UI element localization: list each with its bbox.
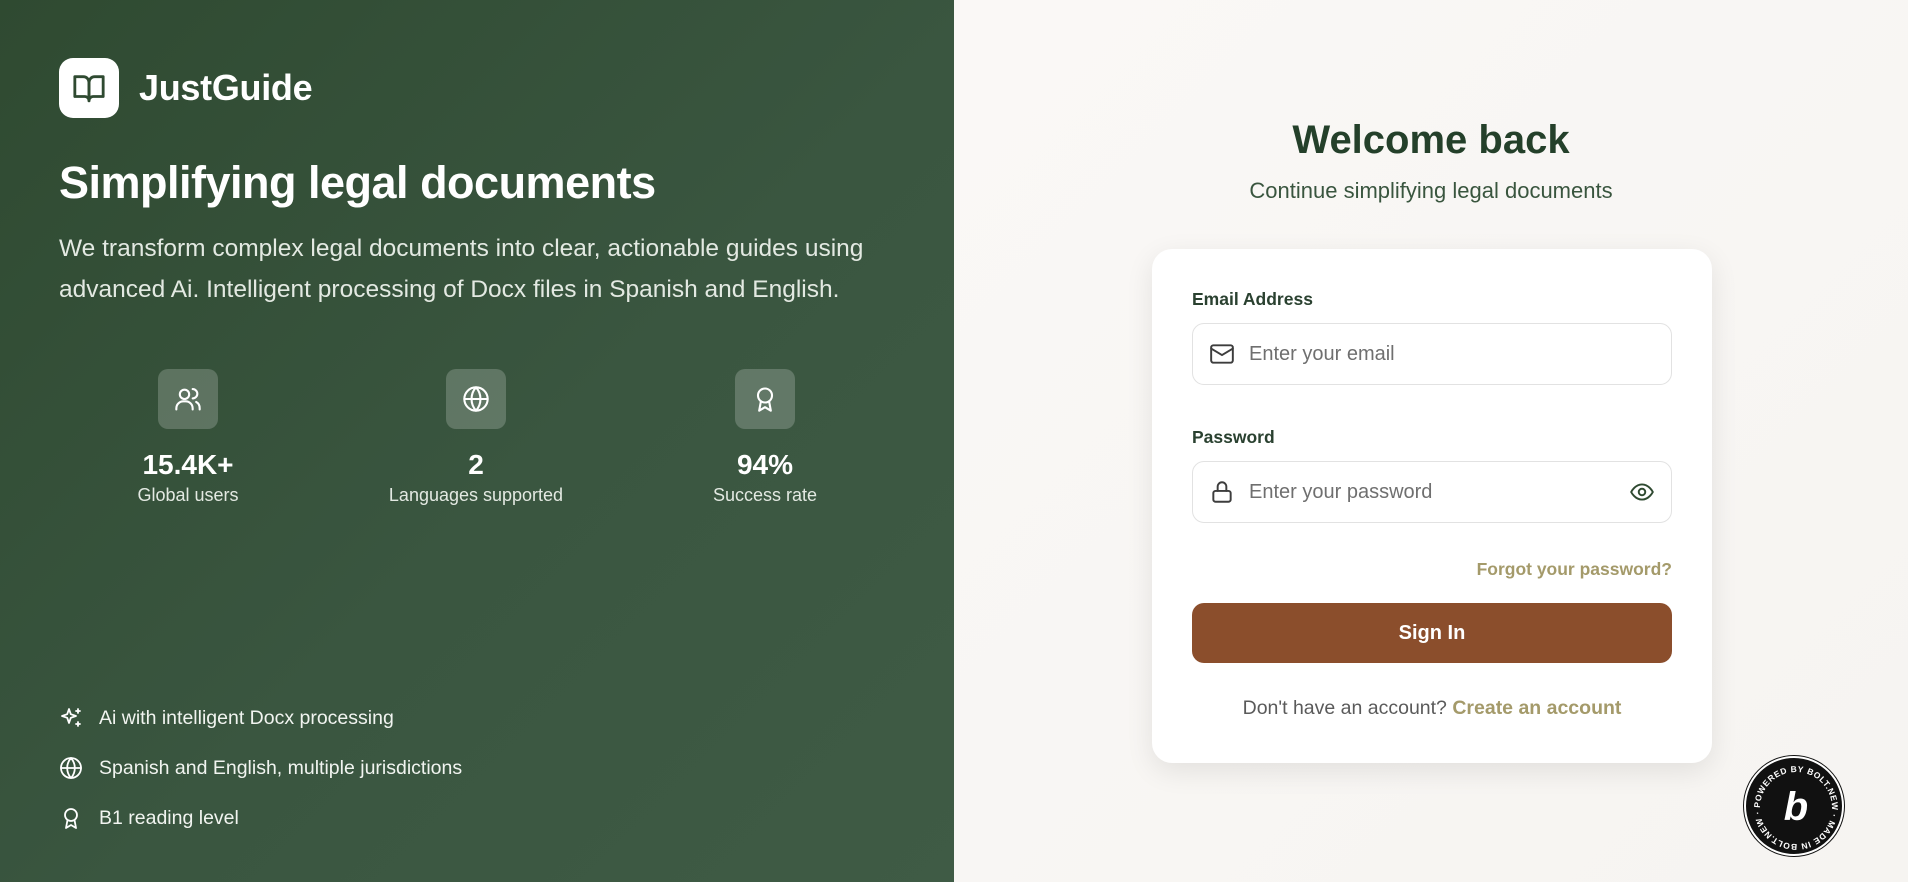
mail-icon (1209, 341, 1235, 367)
hero-headline: Simplifying legal documents (59, 157, 656, 208)
signup-prompt: Don't have an account? Create an account (1192, 697, 1672, 720)
users-icon (158, 369, 218, 429)
badge-letter: b (1784, 785, 1808, 829)
globe-icon (446, 369, 506, 429)
brand[interactable]: JustGuide (59, 58, 313, 118)
stats-row: 15.4K+ Global users 2 Languages supporte… (59, 369, 879, 519)
password-input[interactable] (1249, 480, 1629, 504)
feature-text: Spanish and English, multiple jurisdicti… (99, 756, 463, 779)
award-icon (59, 806, 83, 830)
stat-global-users: 15.4K+ Global users (68, 369, 308, 506)
login-subtitle: Continue simplifying legal documents (1249, 178, 1613, 203)
stat-label: Languages supported (388, 485, 564, 505)
login-panel: Welcome back Continue simplifying legal … (954, 0, 1908, 882)
stat-label: Success rate (712, 485, 818, 505)
feature-text: B1 reading level (99, 806, 239, 829)
login-form: Email Address Password (1152, 249, 1712, 763)
lock-icon (1209, 479, 1235, 505)
stat-languages: 2 Languages supported (356, 369, 596, 506)
feature-item: Spanish and English, multiple jurisdicti… (59, 743, 462, 793)
sparkles-icon (59, 706, 83, 730)
award-icon (735, 369, 795, 429)
feature-list: Ai with intelligent Docx processing Span… (59, 693, 462, 843)
create-account-link[interactable]: Create an account (1452, 697, 1621, 719)
forgot-password-link[interactable]: Forgot your password? (1192, 559, 1672, 583)
stat-value: 94% (736, 449, 794, 480)
stat-label: Global users (137, 485, 239, 505)
feature-text: Ai with intelligent Docx processing (99, 706, 394, 729)
globe-icon (59, 756, 83, 780)
stat-value: 2 (468, 449, 484, 480)
eye-icon[interactable] (1629, 479, 1655, 505)
feature-item: B1 reading level (59, 793, 462, 843)
signup-prompt-text: Don't have an account? (1242, 697, 1447, 719)
hero-description: We transform complex legal documents int… (59, 235, 864, 303)
stat-value: 15.4K+ (142, 449, 234, 480)
email-field[interactable] (1192, 323, 1672, 385)
email-label: Email Address (1192, 289, 1313, 309)
brand-name: JustGuide (139, 67, 313, 108)
email-input[interactable] (1249, 342, 1655, 366)
feature-item: Ai with intelligent Docx processing (59, 693, 462, 743)
bolt-badge[interactable]: POWERED BY BOLT.NEW · MADE IN BOLT.NEW ·… (1744, 756, 1844, 856)
password-label: Password (1192, 427, 1275, 447)
login-title: Welcome back (1292, 118, 1570, 162)
stat-success-rate: 94% Success rate (645, 369, 885, 506)
password-field[interactable] (1192, 461, 1672, 523)
hero-panel: JustGuide Simplifying legal documents We… (0, 0, 954, 882)
sign-in-button[interactable]: Sign In (1192, 603, 1672, 663)
book-open-icon (59, 58, 119, 118)
